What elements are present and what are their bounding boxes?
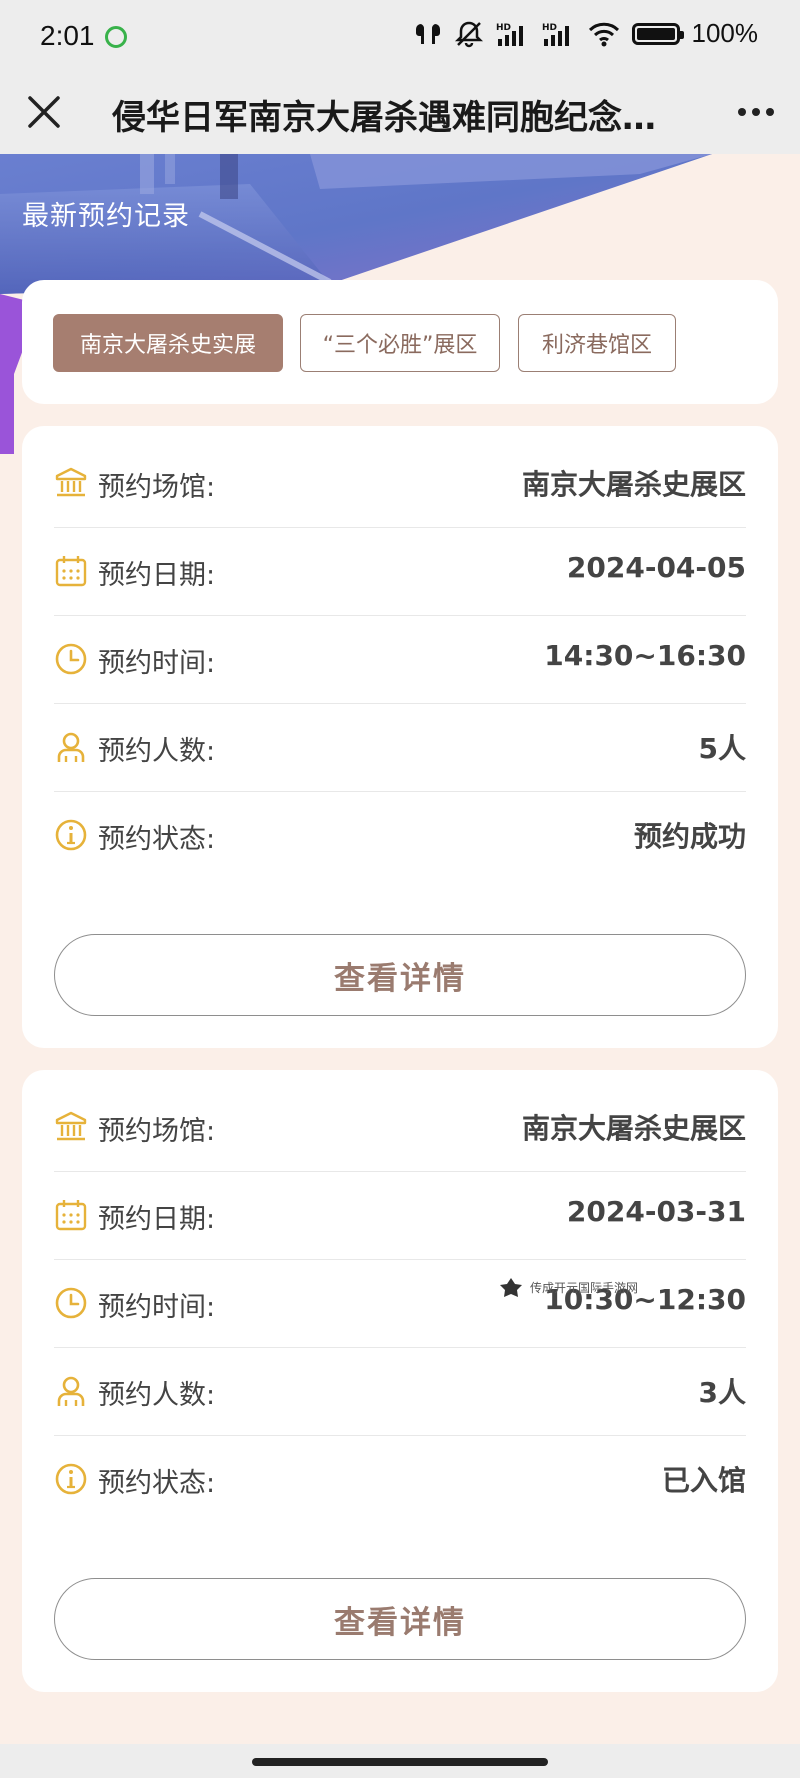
home-indicator[interactable] — [252, 1758, 548, 1766]
venue-row: 预约场馆: 南京大屠杀史展区 — [54, 439, 746, 528]
signal-hd-2-icon: HD — [542, 23, 569, 46]
time-label: 预约时间: — [98, 648, 216, 679]
more-options-icon[interactable] — [734, 90, 778, 134]
person-icon — [57, 1376, 85, 1406]
venue-label: 预约场馆: — [98, 1116, 216, 1147]
mute-bell-icon — [454, 21, 483, 47]
status-label: 预约状态: — [98, 1468, 216, 1499]
svg-text:HD: HD — [542, 23, 557, 33]
app-notification-icon — [105, 26, 127, 48]
status-time: 2:01 — [40, 20, 95, 51]
status-value: 预约成功 — [633, 820, 746, 853]
tab-three-must-wins[interactable]: “三个必胜”展区 — [300, 314, 500, 372]
calendar-icon — [55, 1200, 87, 1231]
status-row: 预约状态: 预约成功 — [54, 791, 746, 879]
venue-label: 预约场馆: — [98, 472, 216, 503]
calendar-icon — [55, 556, 87, 587]
date-value: 2024-04-05 — [566, 551, 746, 584]
museum-icon — [55, 1111, 87, 1141]
svg-text:HD: HD — [496, 23, 511, 33]
count-label: 预约人数: — [98, 736, 216, 767]
wifi-icon — [588, 22, 619, 46]
banner-title: 最新预约记录 — [22, 201, 190, 232]
person-icon — [57, 732, 85, 762]
reservation-card-1: 预约场馆: 南京大屠杀史展区 预约日期: 2024-04-05 预约时间: 14… — [22, 426, 778, 1048]
status-label: 预约状态: — [98, 824, 216, 855]
date-value: 2024-03-31 — [566, 1195, 746, 1228]
earbuds-icon — [415, 23, 440, 44]
battery-icon — [631, 22, 684, 45]
close-icon[interactable] — [22, 90, 66, 134]
info-icon — [55, 819, 87, 851]
title-bar: 侵华日军南京大屠杀遇难同胞纪念… — [0, 72, 800, 154]
status-row: 预约状态: 已入馆 — [54, 1435, 746, 1523]
museum-icon — [55, 467, 87, 497]
count-label: 预约人数: — [98, 1380, 216, 1411]
view-details-button[interactable]: 查看详情 — [54, 1578, 746, 1660]
date-label: 预约日期: — [98, 1204, 216, 1235]
watermark-text: 传成开元国际手游网 — [530, 1280, 639, 1295]
venue-value: 南京大屠杀史展区 — [521, 1112, 746, 1145]
date-label: 预约日期: — [98, 560, 216, 591]
info-icon — [55, 1463, 87, 1495]
count-row: 预约人数: 5人 — [54, 703, 746, 792]
status-bar: 2:01 HD HD 100% — [0, 0, 800, 72]
reservation-card-2: 预约场馆: 南京大屠杀史展区 预约日期: 2024-03-31 预约时间: 10… — [22, 1070, 778, 1692]
page-title: 侵华日军南京大屠杀遇难同胞纪念… — [112, 98, 656, 138]
count-row: 预约人数: 3人 — [54, 1347, 746, 1436]
status-icons: HD HD 100% — [414, 18, 759, 49]
date-row: 预约日期: 2024-03-31 — [54, 1171, 746, 1260]
status-value: 已入馆 — [661, 1464, 746, 1497]
signal-hd-1-icon: HD — [496, 23, 523, 46]
date-row: 预约日期: 2024-04-05 — [54, 527, 746, 616]
tab-nanjing-massacre-history[interactable]: 南京大屠杀史实展 — [53, 314, 283, 372]
time-row: 预约时间: 10:30~12:30 — [54, 1259, 746, 1348]
tab-lijixiang[interactable]: 利济巷馆区 — [518, 314, 676, 372]
view-details-button[interactable]: 查看详情 — [54, 934, 746, 1016]
time-row: 预约时间: 14:30~16:30 — [54, 615, 746, 704]
time-label: 预约时间: — [98, 1292, 216, 1323]
watermark-logo-icon — [500, 1278, 522, 1297]
watermark: 传成开元国际手游网 — [498, 1276, 638, 1298]
venue-row: 预约场馆: 南京大屠杀史展区 — [54, 1083, 746, 1172]
venue-tabs: 南京大屠杀史实展 “三个必胜”展区 利济巷馆区 — [22, 280, 778, 404]
battery-percent: 100% — [691, 18, 759, 48]
clock-icon — [55, 1287, 87, 1319]
venue-value: 南京大屠杀史展区 — [521, 468, 746, 501]
count-value: 3人 — [698, 1376, 746, 1409]
count-value: 5人 — [698, 732, 746, 765]
time-value: 14:30~16:30 — [544, 639, 746, 672]
clock-icon — [55, 643, 87, 675]
